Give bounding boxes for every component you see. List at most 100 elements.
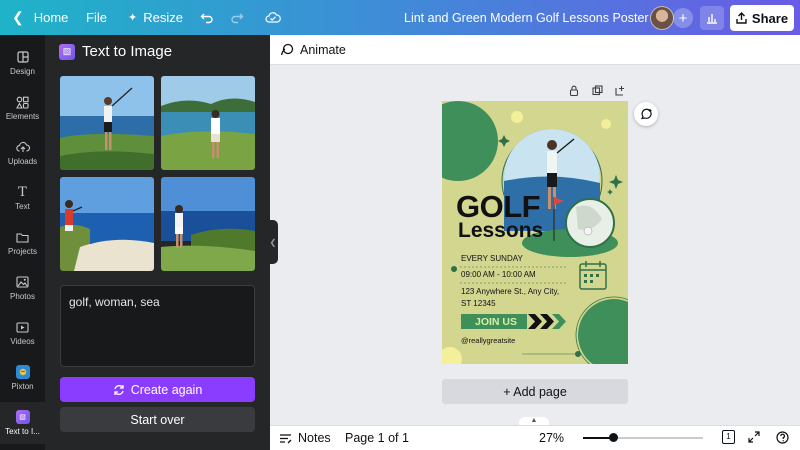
comment-button[interactable] [634,102,658,126]
rail-item-label: Text to I... [5,427,40,436]
notes-button[interactable]: Notes [279,431,331,445]
lock-page-button[interactable] [567,83,581,97]
upload-cloud-icon [15,140,30,154]
start-over-label: Start over [130,412,185,427]
page-indicator[interactable]: Page 1 of 1 [345,431,409,445]
video-icon [16,320,30,334]
redo-icon [231,13,244,23]
rail-item-photos[interactable]: Photos [0,267,45,309]
document-title[interactable]: Lint and Green Modern Golf Lessons Poste… [404,11,649,25]
cloud-save-status[interactable] [265,0,281,35]
poster-headline-lessons[interactable]: Lessons [458,219,543,243]
poster-address-line-1[interactable]: 123 Anywhere St., Any City, [461,287,559,296]
share-label: Share [751,10,789,26]
generated-image-4[interactable] [161,177,255,271]
resize-button[interactable]: ✦ Resize [128,0,183,35]
bar-chart-icon [707,14,717,24]
left-rail: Design Elements Uploads T Text Projects … [0,35,45,450]
rail-item-label: Projects [8,247,37,256]
rail-item-label: Videos [10,337,35,346]
add-collaborator-button[interactable]: + [673,8,693,28]
text-to-image-app-icon: ▧ [15,410,30,424]
home-label: Home [33,10,69,25]
collapse-panel-handle[interactable]: ❮ [268,220,278,264]
file-menu-button[interactable]: File [86,0,107,35]
rail-item-label: Photos [10,292,35,301]
rail-item-label: Design [10,67,35,76]
lock-icon [569,85,579,96]
rail-item-videos[interactable]: Videos [0,312,45,354]
photo-icon [16,275,30,289]
text-to-image-app-icon: ▧ [59,43,75,60]
duplicate-page-button[interactable] [590,83,604,97]
add-page-icon [614,85,624,96]
rail-item-pixton[interactable]: Pixton [0,357,45,399]
sparkle-icon: ✦ [128,12,138,24]
poster-schedule-day[interactable]: EVERY SUNDAY [461,254,523,263]
design-icon [16,50,30,64]
page-count-badge: 1 [726,432,731,441]
text-to-image-panel: ▧ Text to Image golf, woman, sea Create … [45,35,270,450]
rail-item-text[interactable]: T Text [0,177,45,219]
page-indicator-text: Page 1 of 1 [345,431,409,445]
duplicate-icon [591,84,603,95]
notes-icon [280,433,292,443]
add-page-above-button[interactable] [613,83,627,97]
bottom-bar: Notes Page 1 of 1 27% 1 [270,425,800,450]
home-button[interactable]: ❮ Home [12,0,68,35]
help-button[interactable] [776,431,789,444]
redo-button[interactable] [230,0,244,35]
zoom-level-text: 27% [539,431,565,445]
add-page-button[interactable]: + Add page [442,379,628,404]
rail-item-label: Elements [5,112,40,121]
fullscreen-button[interactable] [748,431,760,443]
avatar[interactable] [650,6,674,30]
animate-icon [280,43,294,55]
undo-icon [200,13,213,23]
rail-item-label: Text [15,202,30,211]
plus-icon: + [678,9,688,27]
rail-item-uploads[interactable]: Uploads [0,132,45,174]
zoom-slider-handle[interactable] [609,433,618,442]
create-again-button[interactable]: Create again [60,377,255,402]
file-label: File [86,10,107,25]
rail-item-text-to-image[interactable]: ▧ Text to I... [0,402,45,444]
pages-icon: 1 [722,430,735,444]
rail-item-label: Pixton [11,382,34,391]
generated-image-3[interactable] [60,177,154,271]
rail-item-projects[interactable]: Projects [0,222,45,264]
panel-header: ▧ Text to Image [59,43,172,60]
zoom-level[interactable]: 27% [539,431,564,445]
generated-image-1[interactable] [60,76,154,170]
cloud-check-icon [265,11,281,23]
animate-button[interactable]: Animate [280,43,346,57]
share-button[interactable]: Share [730,5,794,31]
upload-icon [736,12,747,24]
create-again-label: Create again [130,382,203,397]
resize-label: Resize [143,10,183,25]
rail-item-elements[interactable]: Elements [0,87,45,129]
text-icon: T [18,184,27,200]
poster-schedule-time[interactable]: 09:00 AM - 10:00 AM [461,270,536,279]
poster-website[interactable]: @reallygreatsite [461,336,515,345]
notes-label: Notes [298,431,331,445]
generated-image-2[interactable] [161,76,255,170]
rail-item-label: Uploads [7,157,38,166]
help-icon [776,431,789,444]
start-over-button[interactable]: Start over [60,407,255,432]
undo-button[interactable] [200,0,214,35]
poster-address-line-2[interactable]: ST 12345 [461,299,496,308]
rail-item-design[interactable]: Design [0,42,45,84]
refresh-icon [114,384,124,395]
prompt-text: golf, woman, sea [69,295,160,309]
comment-add-icon [640,108,652,119]
pixton-app-icon [15,365,30,379]
insights-button[interactable] [700,6,724,30]
chevron-left-icon: ❮ [12,9,24,25]
chevron-up-icon: ▲ [530,417,538,424]
poster-page[interactable]: GOLF Lessons EVERY SUNDAY 09:00 AM - 10:… [442,101,628,364]
folder-icon [16,230,30,244]
page-grid-button[interactable]: 1 [722,430,735,444]
prompt-textarea[interactable]: golf, woman, sea [60,285,255,367]
poster-cta[interactable]: JOIN US [475,316,517,328]
